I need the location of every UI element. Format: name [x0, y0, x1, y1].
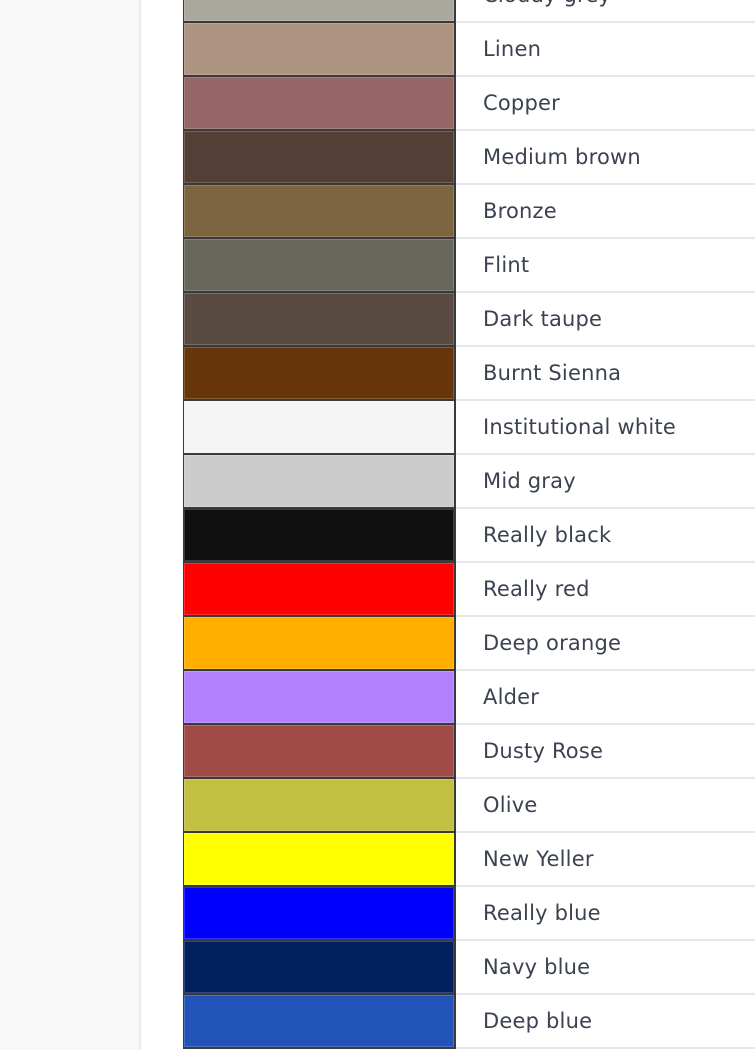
color-row: Alder [183, 671, 755, 725]
color-name: Navy blue [456, 941, 755, 995]
color-row: Mid gray [183, 455, 755, 509]
color-name: Linen [456, 23, 755, 77]
color-table: Cloudy greyLinenCopperMedium brownBronze… [183, 0, 755, 1049]
color-name: Alder [456, 671, 755, 725]
swatch-cell [183, 509, 456, 563]
swatch-cell [183, 455, 456, 509]
color-swatch [184, 617, 454, 669]
color-name: Dusty Rose [456, 725, 755, 779]
color-row: Deep blue [183, 995, 755, 1049]
swatch-cell [183, 77, 456, 131]
color-swatch [184, 779, 454, 831]
color-swatch [184, 185, 454, 237]
color-row: Really blue [183, 887, 755, 941]
color-swatch [184, 23, 454, 75]
swatch-cell [183, 941, 456, 995]
color-name: Burnt Sienna [456, 347, 755, 401]
color-name: Olive [456, 779, 755, 833]
color-name: Medium brown [456, 131, 755, 185]
color-swatch [184, 833, 454, 885]
color-name: Really black [456, 509, 755, 563]
color-swatch [184, 131, 454, 183]
swatch-cell [183, 887, 456, 941]
swatch-cell [183, 617, 456, 671]
color-row: Flint [183, 239, 755, 293]
swatch-cell [183, 0, 456, 23]
color-swatch [184, 239, 454, 291]
color-swatch [184, 401, 454, 453]
color-row: Dusty Rose [183, 725, 755, 779]
color-row: Medium brown [183, 131, 755, 185]
color-row: Olive [183, 779, 755, 833]
color-swatch [184, 887, 454, 939]
color-name: Copper [456, 77, 755, 131]
color-name: Flint [456, 239, 755, 293]
swatch-cell [183, 833, 456, 887]
swatch-cell [183, 563, 456, 617]
color-name: Deep blue [456, 995, 755, 1049]
color-name: New Yeller [456, 833, 755, 887]
color-name: Cloudy grey [456, 0, 755, 23]
color-swatch [184, 725, 454, 777]
swatch-cell [183, 293, 456, 347]
swatch-cell [183, 185, 456, 239]
color-row: Burnt Sienna [183, 347, 755, 401]
swatch-cell [183, 725, 456, 779]
color-swatch [184, 671, 454, 723]
color-row: Institutional white [183, 401, 755, 455]
color-row: Linen [183, 23, 755, 77]
color-name: Deep orange [456, 617, 755, 671]
color-swatch [184, 995, 454, 1047]
color-name: Dark taupe [456, 293, 755, 347]
color-name: Mid gray [456, 455, 755, 509]
swatch-cell [183, 131, 456, 185]
color-swatch [184, 455, 454, 507]
color-swatch [184, 0, 454, 21]
color-row: Bronze [183, 185, 755, 239]
color-name: Institutional white [456, 401, 755, 455]
color-row: Copper [183, 77, 755, 131]
color-swatch [184, 347, 454, 399]
swatch-cell [183, 239, 456, 293]
color-swatch [184, 563, 454, 615]
color-name: Bronze [456, 185, 755, 239]
color-row: Really black [183, 509, 755, 563]
swatch-cell [183, 995, 456, 1049]
color-row: Cloudy grey [183, 0, 755, 23]
color-name: Really red [456, 563, 755, 617]
content-area: Cloudy greyLinenCopperMedium brownBronze… [141, 0, 755, 1050]
color-swatch [184, 77, 454, 129]
color-swatch [184, 293, 454, 345]
color-name: Really blue [456, 887, 755, 941]
swatch-cell [183, 401, 456, 455]
swatch-cell [183, 779, 456, 833]
color-row: Really red [183, 563, 755, 617]
color-row: New Yeller [183, 833, 755, 887]
swatch-cell [183, 347, 456, 401]
swatch-cell [183, 23, 456, 77]
swatch-cell [183, 671, 456, 725]
sidebar [0, 0, 141, 1050]
color-swatch [184, 509, 454, 561]
color-row: Dark taupe [183, 293, 755, 347]
color-row: Deep orange [183, 617, 755, 671]
color-row: Navy blue [183, 941, 755, 995]
color-swatch [184, 941, 454, 993]
